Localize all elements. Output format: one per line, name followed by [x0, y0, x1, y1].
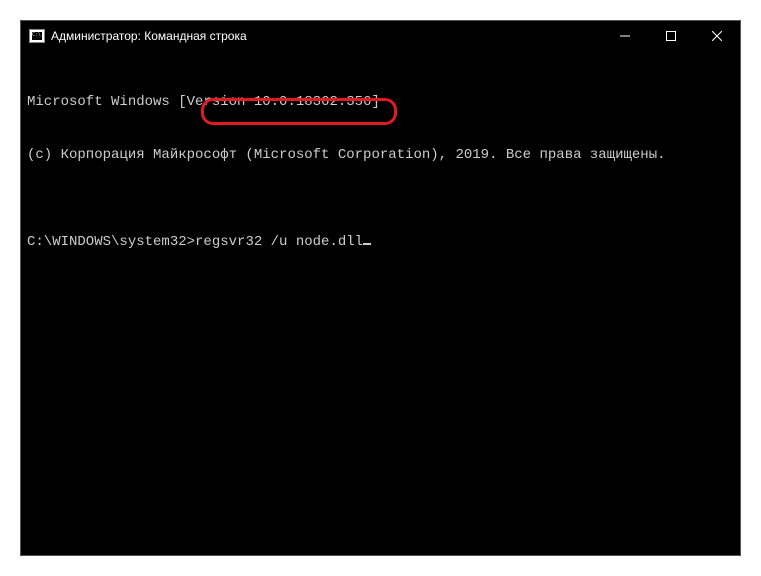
- command-input: regsvr32 /u node.dll: [195, 234, 363, 252]
- cmd-icon: [29, 29, 45, 43]
- copyright-line: (c) Корпорация Майкрософт (Microsoft Cor…: [27, 147, 734, 165]
- command-prompt-window: Администратор: Командная строка Microsof…: [20, 20, 741, 556]
- terminal-output[interactable]: Microsoft Windows [Version 10.0.18362.35…: [21, 51, 740, 555]
- prompt-path: C:\WINDOWS\system32>: [27, 234, 195, 252]
- version-line: Microsoft Windows [Version 10.0.18362.35…: [27, 94, 734, 112]
- titlebar[interactable]: Администратор: Командная строка: [21, 21, 740, 51]
- cursor: [363, 243, 371, 245]
- maximize-button[interactable]: [648, 21, 694, 51]
- window-controls: [602, 21, 740, 51]
- close-button[interactable]: [694, 21, 740, 51]
- window-title: Администратор: Командная строка: [51, 29, 602, 43]
- minimize-button[interactable]: [602, 21, 648, 51]
- prompt-line: C:\WINDOWS\system32>regsvr32 /u node.dll: [27, 234, 734, 252]
